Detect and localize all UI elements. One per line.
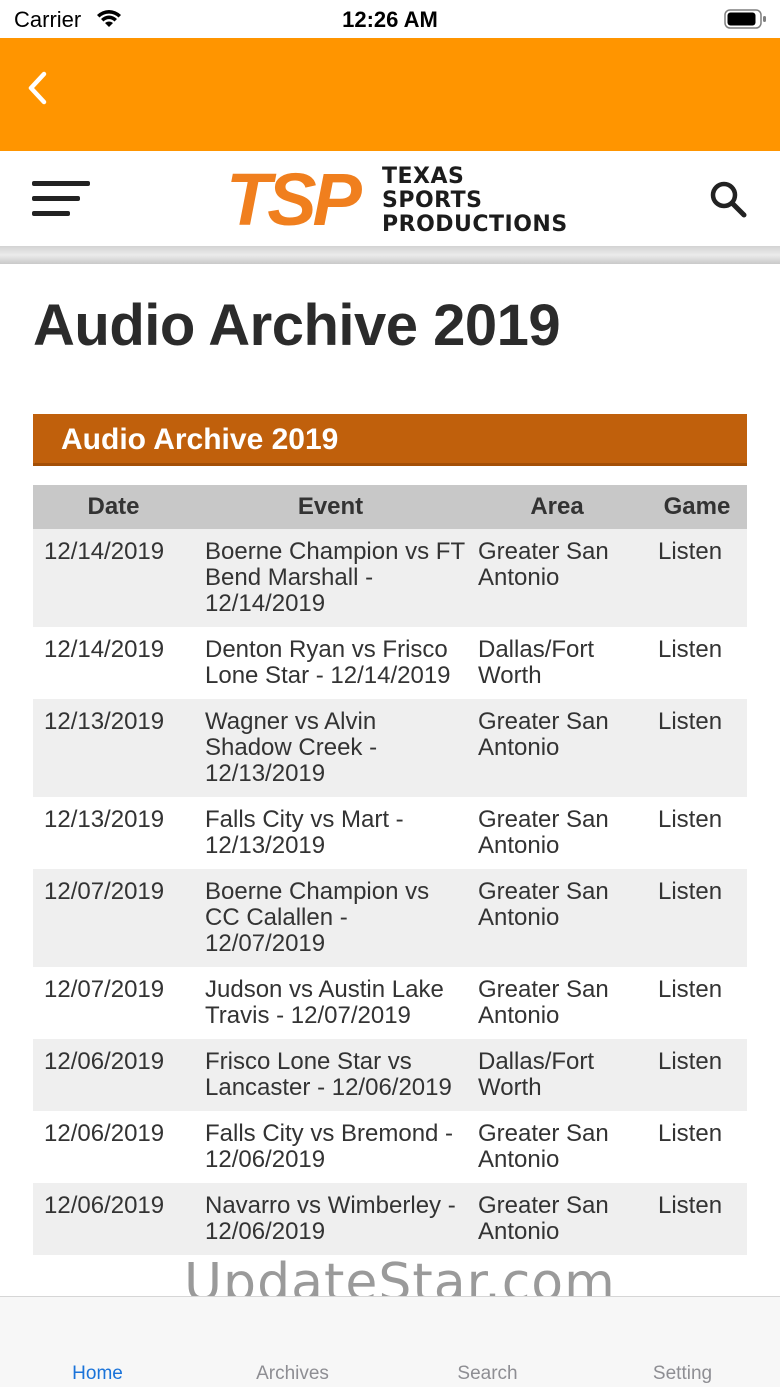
column-header-game: Game xyxy=(647,485,747,529)
event-link[interactable]: Navarro vs Wimberley - 12/06/2019 xyxy=(194,1183,467,1255)
row-area: Greater San Antonio xyxy=(467,1183,647,1255)
row-area: Dallas/Fort Worth xyxy=(467,627,647,699)
event-link[interactable]: Falls City vs Bremond - 12/06/2019 xyxy=(194,1111,467,1183)
table-row: 12/13/2019 Wagner vs Alvin Shadow Creek … xyxy=(33,699,747,797)
row-date: 12/07/2019 xyxy=(33,869,194,967)
row-date: 12/14/2019 xyxy=(33,627,194,699)
table-row: 12/06/2019 Falls City vs Bremond - 12/06… xyxy=(33,1111,747,1183)
column-header-date: Date xyxy=(33,485,194,529)
row-date: 12/07/2019 xyxy=(33,967,194,1039)
column-header-area: Area xyxy=(467,485,647,529)
menu-line-icon xyxy=(32,196,80,201)
listen-link[interactable]: Listen xyxy=(647,1039,747,1111)
row-date: 12/13/2019 xyxy=(33,699,194,797)
back-button[interactable] xyxy=(18,66,58,110)
listen-link[interactable]: Listen xyxy=(647,529,747,627)
event-link[interactable]: Wagner vs Alvin Shadow Creek - 12/13/201… xyxy=(194,699,467,797)
table-header-row: Date Event Area Game xyxy=(33,485,747,529)
event-link[interactable]: Falls City vs Mart - 12/13/2019 xyxy=(194,797,467,869)
column-header-event: Event xyxy=(194,485,467,529)
row-area: Greater San Antonio xyxy=(467,699,647,797)
tab-archives[interactable]: Archives xyxy=(195,1363,390,1385)
table-row: 12/06/2019 Frisco Lone Star vs Lancaster… xyxy=(33,1039,747,1111)
table-row: 12/14/2019 Boerne Champion vs FT Bend Ma… xyxy=(33,529,747,627)
table-row: 12/07/2019 Boerne Champion vs CC Calalle… xyxy=(33,869,747,967)
section-title: Audio Archive 2019 xyxy=(61,423,339,456)
listen-link[interactable]: Listen xyxy=(647,869,747,967)
site-header: TSP TEXAS SPORTS PRODUCTIONS xyxy=(0,151,780,246)
clock: 12:26 AM xyxy=(342,7,438,32)
event-link[interactable]: Boerne Champion vs CC Calallen - 12/07/2… xyxy=(194,869,467,967)
row-date: 12/06/2019 xyxy=(33,1183,194,1255)
search-icon[interactable] xyxy=(708,179,748,219)
table-row: 12/07/2019 Judson vs Austin Lake Travis … xyxy=(33,967,747,1039)
row-date: 12/06/2019 xyxy=(33,1039,194,1111)
navigation-bar xyxy=(0,38,780,151)
row-area: Greater San Antonio xyxy=(467,967,647,1039)
tab-bar: Home Archives Search Setting xyxy=(0,1296,780,1387)
logo-line: TEXAS xyxy=(382,164,465,189)
tab-search[interactable]: Search xyxy=(390,1363,585,1385)
logo-line: PRODUCTIONS xyxy=(382,212,568,237)
menu-button[interactable] xyxy=(32,181,90,217)
status-bar: Carrier 12:26 AM xyxy=(0,0,780,38)
row-date: 12/13/2019 xyxy=(33,797,194,869)
event-link[interactable]: Frisco Lone Star vs Lancaster - 12/06/20… xyxy=(194,1039,467,1111)
row-date: 12/06/2019 xyxy=(33,1111,194,1183)
row-date: 12/14/2019 xyxy=(33,529,194,627)
listen-link[interactable]: Listen xyxy=(647,967,747,1039)
logo-letters: TSP xyxy=(226,158,362,241)
logo-words: TEXAS SPORTS PRODUCTIONS xyxy=(382,165,568,237)
page-title: Audio Archive 2019 xyxy=(33,293,561,358)
event-link[interactable]: Judson vs Austin Lake Travis - 12/07/201… xyxy=(194,967,467,1039)
row-area: Greater San Antonio xyxy=(467,797,647,869)
row-area: Dallas/Fort Worth xyxy=(467,1039,647,1111)
listen-link[interactable]: Listen xyxy=(647,627,747,699)
listen-link[interactable]: Listen xyxy=(647,699,747,797)
tab-home[interactable]: Home xyxy=(0,1363,195,1385)
listen-link[interactable]: Listen xyxy=(647,1183,747,1255)
listen-link[interactable]: Listen xyxy=(647,797,747,869)
header-divider xyxy=(0,246,780,264)
site-logo[interactable]: TSP TEXAS SPORTS PRODUCTIONS xyxy=(224,158,567,241)
menu-line-icon xyxy=(32,211,70,216)
section-header: Audio Archive 2019 xyxy=(33,414,747,466)
menu-line-icon xyxy=(32,181,90,186)
row-area: Greater San Antonio xyxy=(467,1111,647,1183)
table-row: 12/06/2019 Navarro vs Wimberley - 12/06/… xyxy=(33,1183,747,1255)
row-area: Greater San Antonio xyxy=(467,869,647,967)
battery-icon xyxy=(724,9,766,29)
row-area: Greater San Antonio xyxy=(467,529,647,627)
logo-line: SPORTS xyxy=(382,188,483,213)
event-link[interactable]: Boerne Champion vs FT Bend Marshall - 12… xyxy=(194,529,467,627)
table-row: 12/13/2019 Falls City vs Mart - 12/13/20… xyxy=(33,797,747,869)
listen-link[interactable]: Listen xyxy=(647,1111,747,1183)
table-row: 12/14/2019 Denton Ryan vs Frisco Lone St… xyxy=(33,627,747,699)
archive-table: Date Event Area Game 12/14/2019 Boerne C… xyxy=(33,485,747,1255)
tab-setting[interactable]: Setting xyxy=(585,1363,780,1385)
chevron-left-icon xyxy=(28,71,47,105)
event-link[interactable]: Denton Ryan vs Frisco Lone Star - 12/14/… xyxy=(194,627,467,699)
